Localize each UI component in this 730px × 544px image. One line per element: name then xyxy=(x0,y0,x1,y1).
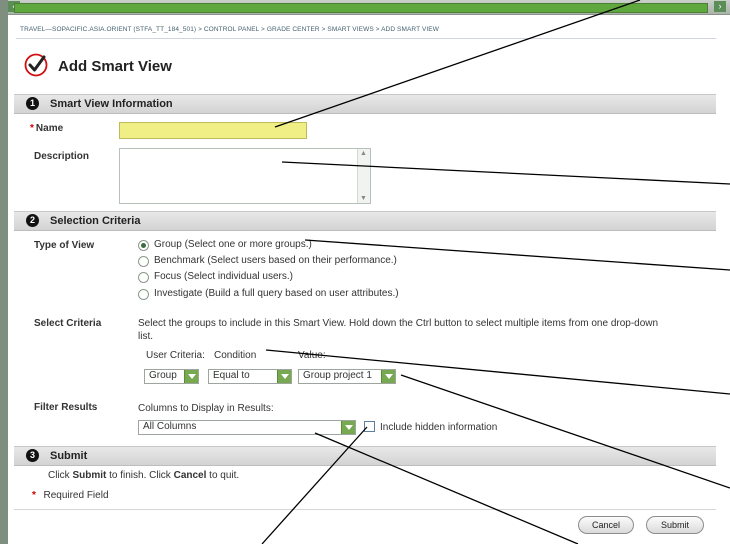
callout-lines xyxy=(261,0,730,544)
callout-line-name xyxy=(274,0,641,128)
page-frame: ‹ › TRAVEL—SOPACIFIC.ASIA.ORIENT (STFA_T… xyxy=(0,0,730,544)
callout-line-columns xyxy=(314,432,579,544)
callout-line-condition xyxy=(265,349,730,395)
callout-line-type-of-view xyxy=(304,239,730,271)
callout-line-include-hidden xyxy=(261,426,368,544)
callout-line-description xyxy=(281,161,730,185)
callout-line-value xyxy=(400,374,730,489)
